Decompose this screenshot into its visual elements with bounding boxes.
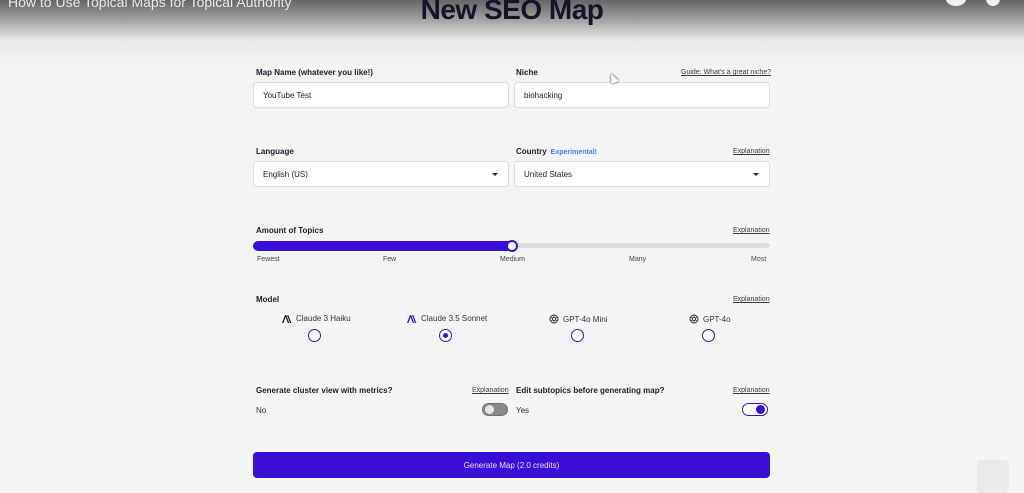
niche-label: Niche — [516, 68, 538, 77]
anthropic-icon — [282, 314, 292, 323]
generate-map-button[interactable]: Generate Map (2.0 credits) — [253, 452, 770, 478]
model-option-gpt-4o-mini[interactable]: GPT-4o Mini — [549, 314, 607, 324]
toggle-knob — [756, 405, 765, 414]
edit-subtopics-toggle[interactable] — [742, 403, 768, 416]
edit-subtopics-value: Yes — [516, 406, 530, 415]
radio-selected-dot — [442, 332, 448, 338]
cluster-view-explanation-link[interactable]: Explanation — [472, 387, 509, 394]
corner-widget[interactable] — [977, 460, 1009, 493]
openai-icon — [689, 314, 699, 324]
model-option-label: GPT-4o — [703, 314, 731, 324]
topics-slider-fill — [253, 241, 512, 251]
country-value: United States — [524, 169, 573, 179]
topics-tick-fewest[interactable]: Fewest — [257, 256, 280, 263]
map-name-input[interactable]: YouTube Test — [253, 82, 509, 108]
chevron-down-icon — [492, 173, 498, 176]
model-radio-claude-35-sonnet[interactable] — [439, 329, 452, 342]
model-option-claude-3-haiku[interactable]: Claude 3 Haiku — [282, 314, 351, 323]
topics-explanation-link[interactable]: Explanation — [733, 227, 770, 234]
country-select[interactable]: United States — [514, 161, 770, 187]
topics-tick-few[interactable]: Few — [383, 256, 396, 263]
country-explanation-link[interactable]: Explanation — [733, 148, 770, 155]
cluster-view-value: No — [256, 406, 267, 415]
topics-tick-many[interactable]: Many — [629, 256, 646, 263]
experimental-badge: Experimental! — [550, 149, 597, 156]
cluster-view-toggle[interactable] — [482, 403, 508, 416]
map-name-label: Map Name (whatever you like!) — [256, 68, 373, 77]
toggle-knob — [485, 405, 494, 414]
country-label: Country Experimental! — [516, 147, 597, 156]
country-label-text: Country — [516, 147, 547, 156]
openai-icon — [549, 314, 559, 324]
cluster-view-label: Generate cluster view with metrics? — [256, 386, 393, 395]
topics-tick-medium[interactable]: Medium — [500, 256, 525, 263]
topics-slider-thumb[interactable] — [505, 240, 518, 252]
model-explanation-link[interactable]: Explanation — [733, 296, 770, 303]
language-label: Language — [256, 147, 294, 156]
model-option-label: Claude 3 Haiku — [296, 314, 351, 323]
model-radio-gpt-4o[interactable] — [702, 329, 715, 342]
language-select[interactable]: English (US) — [253, 161, 509, 187]
niche-value: biohacking — [524, 90, 563, 100]
map-name-value: YouTube Test — [263, 90, 312, 100]
language-value: English (US) — [263, 169, 308, 179]
model-option-label: GPT-4o Mini — [563, 314, 608, 324]
page-title: New SEO Map — [420, 0, 604, 25]
model-option-claude-35-sonnet[interactable]: Claude 3.5 Sonnet — [407, 314, 487, 323]
chevron-down-icon — [753, 173, 759, 176]
model-option-label: Claude 3.5 Sonnet — [421, 314, 488, 323]
topics-label: Amount of Topics — [256, 226, 324, 235]
niche-input[interactable]: biohacking — [514, 82, 770, 108]
edit-subtopics-explanation-link[interactable]: Explanation — [733, 387, 770, 394]
topics-tick-most[interactable]: Most — [751, 256, 766, 263]
edit-subtopics-label: Edit subtopics before generating map? — [516, 386, 665, 395]
model-radio-gpt-4o-mini[interactable] — [571, 329, 584, 342]
model-label: Model — [256, 295, 280, 304]
model-option-gpt-4o[interactable]: GPT-4o — [689, 314, 731, 324]
model-radio-claude-3-haiku[interactable] — [308, 329, 321, 342]
anthropic-icon — [407, 314, 417, 323]
niche-guide-link[interactable]: Guide: What's a great niche? — [681, 69, 771, 76]
